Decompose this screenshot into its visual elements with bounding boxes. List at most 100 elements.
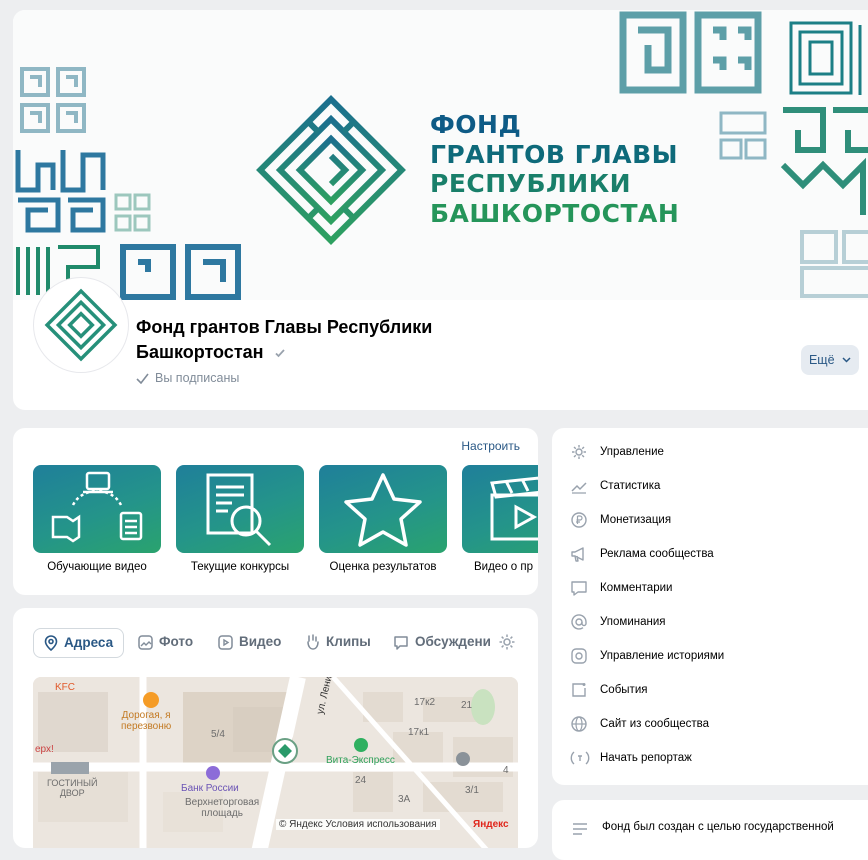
document-search-icon (206, 473, 272, 547)
map-label: KFC (55, 682, 75, 693)
education-video-icon (51, 471, 143, 543)
map[interactable]: KFC Дорогая, я перезвоню 5/4 ерх! ГОСТИН… (33, 677, 518, 848)
tab-photos[interactable]: Фото (138, 628, 193, 656)
tab-label: Адреса (64, 635, 114, 650)
shortcut-label: Видео о пр (474, 561, 534, 573)
map-label: 24 (355, 775, 367, 786)
tab-label: Видео (239, 634, 282, 649)
fund-logo-icon (256, 95, 406, 245)
customize-link[interactable]: Настроить (461, 439, 520, 453)
shortcut-tile[interactable] (319, 465, 447, 553)
menu-item-label: Упоминания (600, 616, 666, 628)
more-button[interactable]: Ещё (801, 345, 859, 375)
map-label: Вита-Экспресс (326, 755, 395, 766)
event-icon (572, 683, 586, 697)
menu-item-label: Управление историями (600, 650, 725, 662)
text-lines-icon (573, 823, 587, 835)
subscription-status[interactable]: Вы подписаны (136, 371, 239, 385)
comment-icon (571, 581, 587, 596)
discussion-icon (394, 636, 408, 650)
map-label: 4 (503, 765, 509, 776)
tab-clips[interactable]: Клипы (305, 628, 371, 656)
map-label: 3А (398, 794, 411, 805)
ornament-pattern (120, 244, 241, 300)
tab-discussions[interactable]: Обсуждени (393, 628, 491, 656)
location-pin-icon (44, 635, 58, 652)
shortcut-tile[interactable] (176, 465, 304, 553)
map-label: ерх! (35, 744, 54, 755)
subscribed-label: Вы подписаны (155, 371, 240, 385)
cover-title-line: РЕСПУБЛИКИ (430, 169, 632, 198)
map-label: 21 (461, 700, 473, 711)
ornament-pattern (20, 67, 86, 133)
yandex-logo: Яндекс (473, 819, 509, 830)
management-menu: Управление Статистика Монетизация Реклам… (552, 428, 868, 785)
globe-icon (571, 716, 587, 732)
map-label: 3/1 (465, 785, 479, 796)
star-icon (344, 473, 422, 547)
menu-item-label: Реклама сообщества (600, 548, 714, 560)
tab-label: Клипы (326, 634, 371, 649)
more-button-label: Ещё (808, 353, 835, 367)
ornament-pattern (800, 230, 868, 298)
cover-title: ФОНД ГРАНТОВ ГЛАВЫ РЕСПУБЛИКИ БАШКОРТОСТ… (430, 110, 679, 228)
cover-title-line: БАШКОРТОСТАН (430, 198, 680, 228)
photo-icon (138, 635, 153, 650)
map-label: Банк России (181, 783, 239, 794)
map-label: 5/4 (211, 729, 225, 740)
map-label: Верхнеторговая площадь (185, 797, 260, 819)
menu-item-label: Комментарии (600, 582, 673, 594)
chevron-down-icon (842, 357, 851, 363)
megaphone-icon (571, 547, 584, 562)
tab-label: Фото (159, 634, 194, 649)
tabs-block: Адреса Фото Видео Клипы Обсуждени KFC До… (13, 608, 538, 848)
cover-title-line: ГРАНТОВ ГЛАВЫ (430, 139, 679, 169)
menu-item-label: Управление (600, 446, 664, 458)
gear-icon[interactable] (498, 633, 516, 651)
tab-videos[interactable]: Видео (218, 628, 281, 656)
menu-item-label: События (600, 684, 648, 696)
gear-icon (572, 445, 586, 459)
cover-image: ФОНД ГРАНТОВ ГЛАВЫ РЕСПУБЛИКИ БАШКОРТОСТ… (13, 10, 868, 300)
menu-item-label: Сайт из сообщества (600, 718, 709, 730)
avatar[interactable] (34, 278, 128, 372)
map-copyright[interactable]: © Яндекс Условия использования (276, 819, 440, 830)
clapperboard-icon (490, 476, 538, 541)
menu-item-label: Монетизация (600, 514, 672, 526)
check-icon (136, 373, 149, 385)
clips-icon (307, 634, 319, 650)
menu-item-label: Начать репортаж (600, 752, 692, 764)
map-label: ГОСТИНЫЙ ДВОР (47, 778, 98, 798)
coin-icon (571, 512, 587, 528)
broadcast-icon (570, 751, 590, 765)
description-text: Фонд был создан с целью государственной (602, 821, 834, 833)
shortcut-tile[interactable] (33, 465, 161, 553)
mention-icon (571, 614, 587, 630)
map-label: 17к2 (414, 697, 436, 708)
shortcut-label: Оценка результатов (329, 561, 437, 573)
cover-title-line: ФОНД (430, 110, 522, 139)
stats-icon (571, 482, 587, 494)
ornament-pattern (780, 107, 868, 215)
ornament-pattern (15, 150, 106, 233)
description-block: Фонд был создан с целью государственной (552, 800, 868, 860)
shortcuts-block: Настроить Обучающие видео Текущие конкур… (13, 428, 538, 595)
community-header: ФОНД ГРАНТОВ ГЛАВЫ РЕСПУБЛИКИ БАШКОРТОСТ… (13, 10, 868, 410)
ornament-pattern (619, 11, 762, 94)
tab-label: Обсуждени (415, 634, 491, 649)
ornament-pattern (114, 193, 151, 232)
tab-addresses[interactable]: Адреса (33, 628, 125, 658)
menu-item-label: Статистика (600, 480, 661, 492)
page-title: Фонд грантов Главы Республики Башкортост… (136, 315, 476, 365)
shortcut-tile[interactable] (462, 465, 538, 553)
verified-icon (274, 349, 285, 358)
shortcut-label: Обучающие видео (47, 561, 147, 573)
ornament-pattern (789, 21, 862, 95)
shortcut-label: Текущие конкурсы (190, 561, 290, 573)
stories-icon (571, 648, 587, 664)
video-icon (218, 635, 233, 650)
fund-logo-icon (44, 288, 118, 362)
map-label: Дорогая, я перезвоню (121, 710, 172, 732)
ornament-pattern (719, 111, 767, 160)
map-label: 17к1 (408, 727, 430, 738)
